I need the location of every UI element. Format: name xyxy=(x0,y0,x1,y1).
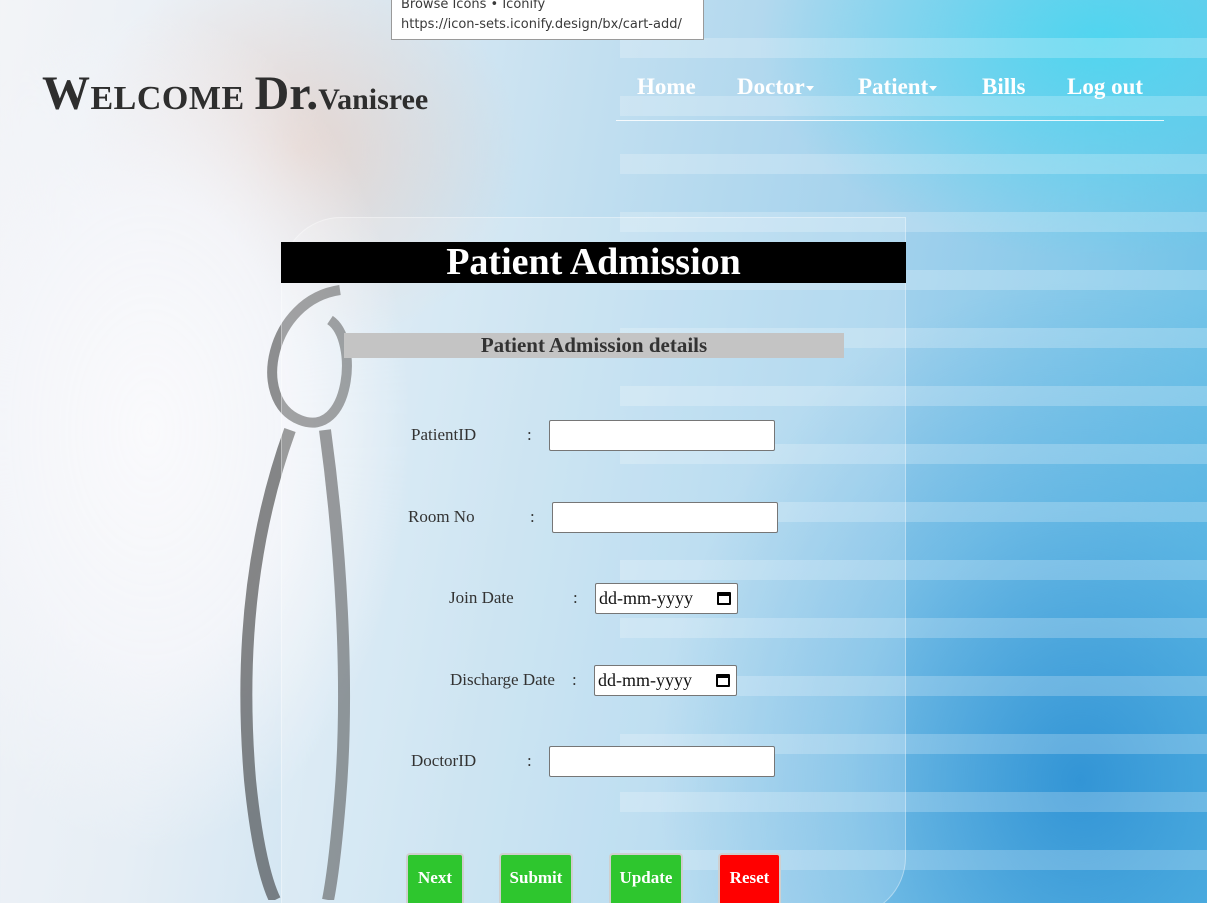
tooltip-title: Browse Icons • Iconify xyxy=(401,0,546,12)
nav-doctor[interactable]: Doctor xyxy=(737,74,814,100)
nav-logout[interactable]: Log out xyxy=(1067,74,1143,100)
doctor-id-input[interactable] xyxy=(549,746,775,777)
form-panel xyxy=(281,217,906,903)
nav-patient[interactable]: Patient xyxy=(858,74,938,100)
welcome-word: Welcome xyxy=(42,67,245,120)
caret-down-icon xyxy=(929,86,938,92)
nav-patient-label: Patient xyxy=(858,74,929,99)
join-date-label: Join Date xyxy=(449,588,514,607)
discharge-date-placeholder: dd-mm-yyyy xyxy=(598,670,692,690)
welcome-heading: Welcome Dr.Vanisree xyxy=(42,66,428,121)
browser-tooltip: Browse Icons • Iconify https://icon-sets… xyxy=(391,0,704,40)
nav-bills[interactable]: Bills xyxy=(982,74,1025,100)
main-navbar: Home Doctor Patient Bills Log out xyxy=(616,74,1164,121)
join-date-placeholder: dd-mm-yyyy xyxy=(599,588,693,608)
update-button[interactable]: Update xyxy=(609,853,683,903)
doctor-prefix: Dr. xyxy=(254,67,319,120)
patient-id-colon: : xyxy=(527,425,532,444)
doctor-name: Vanisree xyxy=(318,83,429,116)
join-date-colon: : xyxy=(573,588,578,607)
room-no-input[interactable] xyxy=(552,502,778,533)
room-no-label: Room No xyxy=(408,507,475,526)
nav-home[interactable]: Home xyxy=(637,74,696,100)
reset-button[interactable]: Reset xyxy=(718,853,781,903)
join-date-input[interactable]: dd-mm-yyyy xyxy=(595,583,738,614)
section-title: Patient Admission details xyxy=(344,333,844,358)
discharge-date-colon: : xyxy=(572,670,577,689)
doctor-id-label: DoctorID xyxy=(411,751,477,770)
patient-id-input[interactable] xyxy=(549,420,775,451)
next-button[interactable]: Next xyxy=(406,853,464,903)
caret-down-icon xyxy=(805,86,814,92)
room-no-colon: : xyxy=(530,507,535,526)
tooltip-url: https://icon-sets.iconify.design/bx/cart… xyxy=(401,17,682,32)
doctor-id-colon: : xyxy=(527,751,532,770)
calendar-icon[interactable] xyxy=(717,592,731,605)
calendar-icon[interactable] xyxy=(716,674,730,687)
discharge-date-label: Discharge Date xyxy=(450,670,555,689)
discharge-date-input[interactable]: dd-mm-yyyy xyxy=(594,665,737,696)
submit-button[interactable]: Submit xyxy=(499,853,573,903)
nav-doctor-label: Doctor xyxy=(737,74,805,99)
page-title: Patient Admission xyxy=(281,242,906,283)
patient-id-label: PatientID xyxy=(411,425,477,444)
